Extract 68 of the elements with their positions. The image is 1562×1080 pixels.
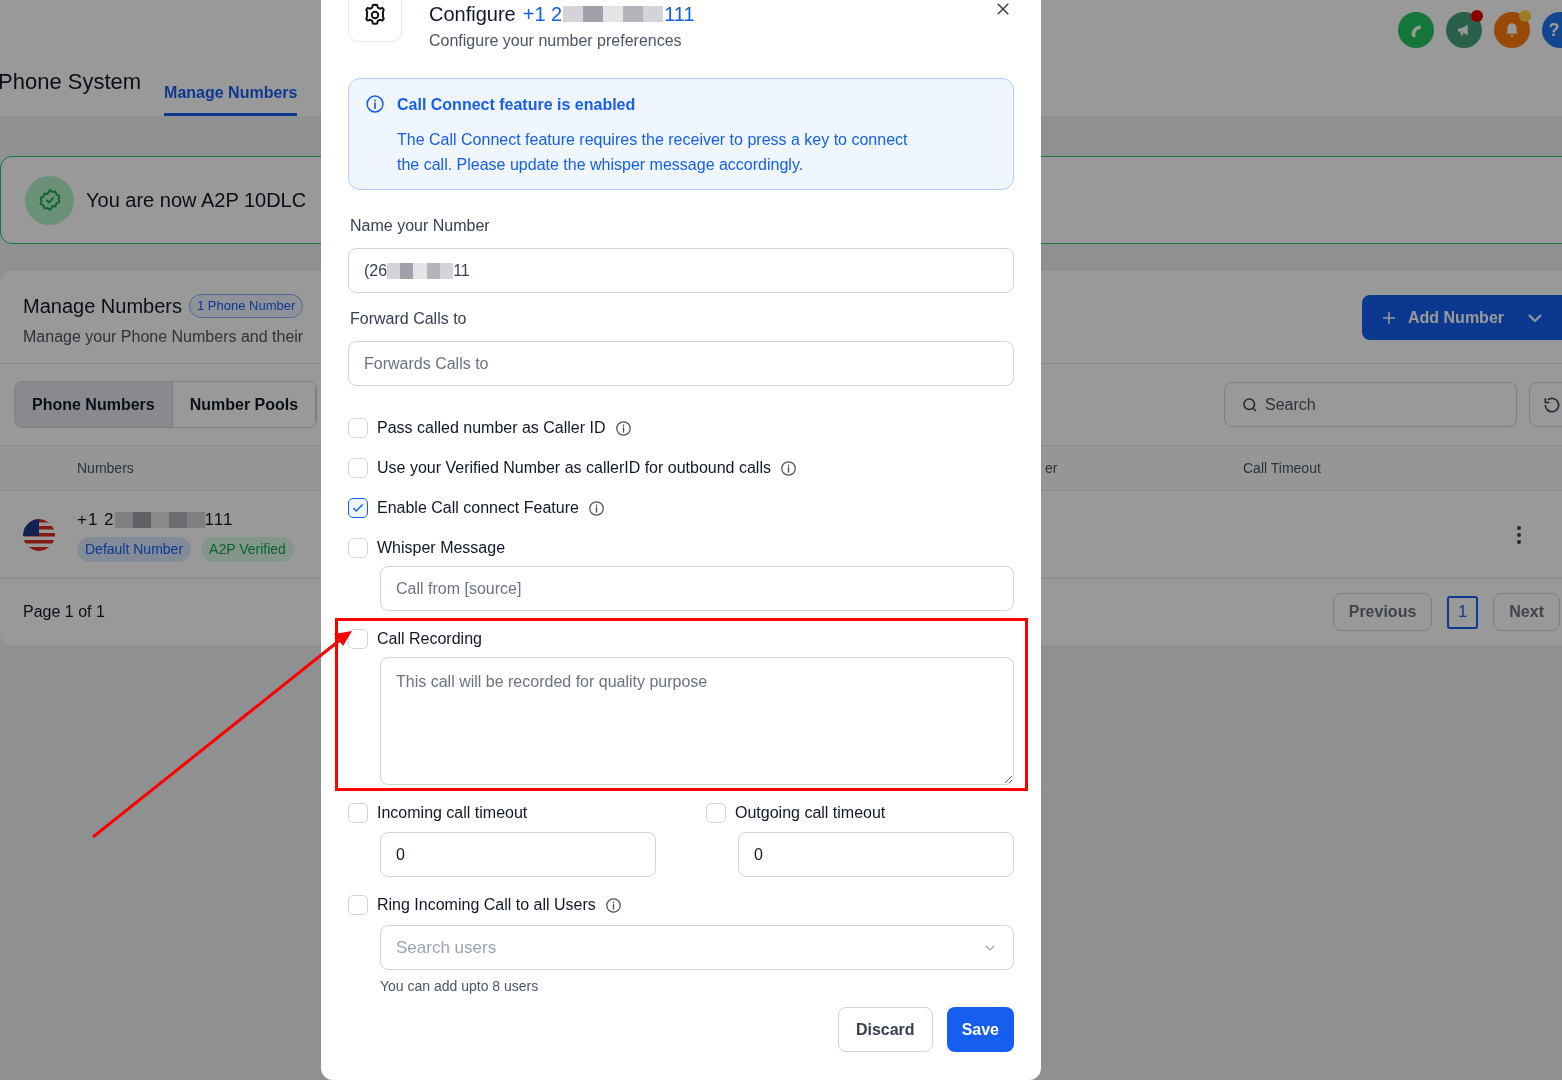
column-header: Numbers [77, 459, 134, 476]
help-label: ? [1548, 18, 1560, 42]
checkbox-label: Outgoing call timeout [735, 803, 886, 823]
checkbox-label: Use your Verified Number as callerID for outbound calls [377, 458, 771, 478]
megaphone-button[interactable] [1446, 12, 1482, 48]
page-title: Phone System [0, 68, 142, 96]
info-icon [365, 94, 385, 114]
settings-icon [362, 2, 388, 28]
field-value-start: (26 [364, 260, 388, 281]
page-button[interactable]: 1 [1447, 595, 1479, 629]
phone-number-end: 111 [204, 508, 234, 531]
checkbox[interactable] [348, 498, 368, 518]
forward-calls-field[interactable]: Forwards Calls to [348, 341, 1014, 386]
check-badge-icon [37, 188, 62, 212]
column-header: er [1045, 459, 1058, 476]
phone-button[interactable] [1398, 12, 1434, 48]
save-button[interactable]: Save [946, 1007, 1014, 1052]
page-summary: Page 1 of 1 [23, 602, 105, 622]
checkbox-label: Pass called number as Caller ID [377, 418, 606, 438]
checkbox-label: Whisper Message [377, 538, 506, 558]
recording-message-field[interactable]: This call will be recorded for quality purpose [380, 657, 1014, 785]
status-tag: Default Number [77, 537, 192, 563]
previous-button[interactable]: Previous [1332, 593, 1433, 631]
next-button[interactable]: Next [1493, 593, 1560, 631]
section-subtitle: Manage your Phone Numbers and their [23, 327, 304, 347]
info-title: Call Connect feature is enabled [397, 95, 637, 115]
section-title: Manage Numbers [23, 294, 182, 319]
dialog-number-start: +1 2 [522, 2, 563, 27]
kebab-menu-icon [1517, 524, 1521, 545]
dialog-number-end: 111 [664, 2, 695, 27]
discard-button[interactable]: Discard [837, 1007, 933, 1052]
nav-tab[interactable]: Manage Numbers [164, 73, 298, 116]
banner-text: You are now A2P 10DLC [86, 188, 307, 213]
dialog-subtitle: Configure your number preferences [429, 31, 683, 51]
whisper-message-field[interactable]: Call from [source] [380, 566, 1014, 611]
more-options-button[interactable] [1515, 524, 1523, 545]
redaction-blur [387, 262, 454, 279]
add-number-button[interactable]: Add Number [1362, 295, 1562, 340]
search-field[interactable]: Search [1224, 382, 1517, 427]
count-badge: 1 Phone Number [188, 294, 304, 318]
search-input[interactable]: Search [1265, 392, 1485, 417]
dialog-title: Configure [429, 2, 516, 27]
chevron-down-icon [1528, 313, 1542, 322]
timeout-field[interactable]: 0 [380, 832, 656, 877]
phone-number-start: +1 2 [77, 508, 115, 531]
check-icon [351, 501, 365, 515]
checkbox-label: Ring Incoming Call to all Users [377, 895, 596, 915]
search-icon [1241, 395, 1259, 414]
refresh-button[interactable] [1529, 382, 1562, 427]
status-tag: A2P Verified [201, 537, 294, 563]
field-label: Name your Number [350, 216, 491, 236]
help-button[interactable]: ? [1542, 12, 1562, 48]
close-button[interactable] [994, 0, 1012, 18]
close-icon [994, 0, 1012, 18]
checkbox-label: Enable Call connect Feature [377, 498, 579, 518]
timeout-field[interactable]: 0 [738, 832, 1014, 877]
hint-text: You can add upto 8 users [380, 977, 540, 996]
segment-tab[interactable]: Phone Numbers [15, 382, 173, 427]
field-value-end: 11 [453, 260, 470, 281]
info-text: The Call Connect feature requires the receiver to press a key to connect the call. Please update the whisper message accordingly. [397, 130, 909, 175]
column-header: Call Timeout [1243, 459, 1321, 476]
bell-button[interactable] [1494, 12, 1530, 48]
bell-icon [1503, 21, 1521, 39]
us-flag-icon [23, 518, 55, 551]
checkbox-label: Incoming call timeout [377, 803, 528, 823]
name-field[interactable]: (26 11 [348, 248, 1014, 293]
field-label: Forward Calls to [350, 309, 468, 329]
checkbox-label: Call Recording [377, 629, 482, 649]
